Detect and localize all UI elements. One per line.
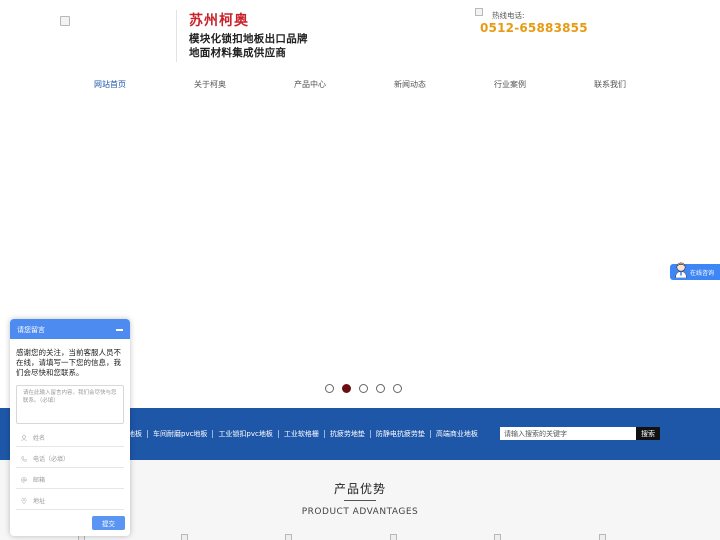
main-nav: 网站首页 关于柯奥 产品中心 新闻动态 行业案例 联系我们 xyxy=(60,78,660,92)
phone-input[interactable] xyxy=(33,453,119,465)
phone-icon xyxy=(475,8,483,16)
site-search-button[interactable]: 搜索 xyxy=(636,427,660,440)
location-icon xyxy=(21,498,27,504)
email-icon xyxy=(21,477,27,483)
message-widget-notice: 感谢您的关注，当前客服人员不在线，请填写一下您的信息，我们会尽快和您联系。 xyxy=(16,348,121,377)
site-search-input[interactable] xyxy=(500,427,636,440)
carousel-dot[interactable] xyxy=(376,384,385,393)
brand-slogan-line1: 模块化锁扣地板出口品牌 xyxy=(189,33,308,45)
nav-item-contact[interactable]: 联系我们 xyxy=(560,78,660,92)
phone-field xyxy=(16,450,124,468)
message-widget-title: 请您留言 xyxy=(17,326,45,334)
email-field xyxy=(16,471,124,489)
message-widget: 请您留言 感谢您的关注，当前客服人员不在线，请填写一下您的信息，我们会尽快和您联… xyxy=(10,319,130,536)
nav-item-about[interactable]: 关于柯奥 xyxy=(160,78,260,92)
nav-item-cases[interactable]: 行业案例 xyxy=(460,78,560,92)
online-consult-label: 在线咨询 xyxy=(690,270,715,277)
carousel-dot-active[interactable] xyxy=(342,384,351,393)
nav-item-news[interactable]: 新闻动态 xyxy=(360,78,460,92)
name-input[interactable] xyxy=(33,432,119,444)
keyword-link[interactable]: 工业软格栅 xyxy=(277,430,324,438)
carousel-dot[interactable] xyxy=(325,384,334,393)
advantage-image xyxy=(390,534,397,540)
carousel-dot[interactable] xyxy=(393,384,402,393)
phone-icon xyxy=(21,456,27,462)
nav-item-home[interactable]: 网站首页 xyxy=(60,78,160,92)
brand-divider xyxy=(176,10,177,62)
brand-slogan-line2: 地面材料集成供应商 xyxy=(189,47,287,59)
keyword-link[interactable]: 高端商业地板 xyxy=(429,430,483,438)
name-field xyxy=(16,429,124,447)
advantage-image xyxy=(494,534,501,540)
advantage-image xyxy=(285,534,292,540)
site-logo-image[interactable] xyxy=(60,16,70,26)
hotline-number: 0512-65883855 xyxy=(480,21,588,35)
keyword-link[interactable]: 防静电抗疲劳垫 xyxy=(369,430,430,438)
nav-item-products[interactable]: 产品中心 xyxy=(260,78,360,92)
minimize-icon[interactable] xyxy=(116,329,123,331)
agent-avatar-icon xyxy=(675,262,687,278)
carousel-dot[interactable] xyxy=(359,384,368,393)
advantage-image xyxy=(599,534,606,540)
keyword-link[interactable]: 车间耐磨pvc地板 xyxy=(147,430,212,438)
message-content-input[interactable] xyxy=(16,385,124,424)
address-input[interactable] xyxy=(33,495,119,507)
hot-keywords: 地板 车间耐磨pvc地板 工业锁扣pvc地板 工业软格栅 抗疲劳地垫 防静电抗疲… xyxy=(124,428,483,440)
advantages-divider xyxy=(344,500,376,501)
email-input[interactable] xyxy=(33,474,119,486)
address-field xyxy=(16,492,124,510)
advantage-image xyxy=(181,534,188,540)
keyword-link[interactable]: 抗疲劳地垫 xyxy=(323,430,370,438)
submit-message-button[interactable]: 提交 xyxy=(92,516,125,530)
user-icon xyxy=(21,435,27,441)
hotline-label: 热线电话: xyxy=(492,11,525,20)
brand-name: 苏州柯奥 xyxy=(189,13,249,29)
keyword-link[interactable]: 工业锁扣pvc地板 xyxy=(212,430,277,438)
carousel-pagination xyxy=(325,384,402,393)
